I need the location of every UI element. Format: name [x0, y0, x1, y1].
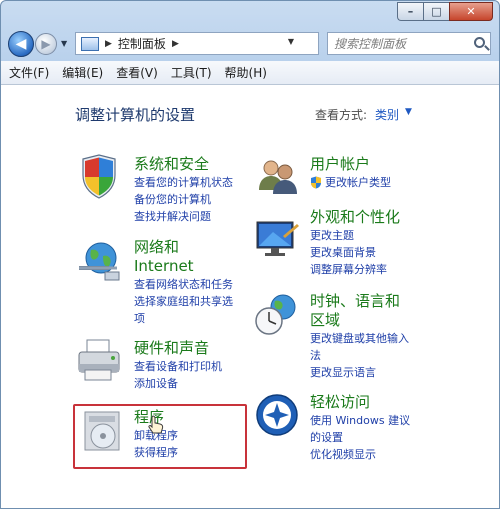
link-windows-suggestions-cont[interactable]: 的设置 [310, 429, 410, 446]
category-user-accounts: 用户帐户 更改帐户类型 [310, 155, 391, 191]
address-dropdown-icon[interactable]: ▼ [288, 37, 294, 46]
menu-view[interactable]: 查看(V) [116, 64, 158, 81]
link-change-display-language[interactable]: 更改显示语言 [310, 364, 409, 381]
minimize-icon: – [407, 5, 414, 18]
chevron-down-icon[interactable]: ▼ [405, 107, 412, 117]
link-backup-computer[interactable]: 备份您的计算机 [134, 191, 233, 208]
view-by-dropdown[interactable]: 类别 [375, 106, 399, 123]
window-caption-buttons: – □ ✕ [397, 2, 493, 21]
breadcrumb-separator-icon[interactable]: ▶ [105, 39, 112, 49]
control-panel-window: – □ ✕ ◀ ▶ ▼ ▶ 控制面板 ▶ ▼ ↻ 文件(F) 编辑(E) 查看(… [0, 0, 500, 509]
network-globe-icon[interactable] [75, 236, 123, 284]
users-icon[interactable] [253, 154, 301, 202]
menu-file[interactable]: 文件(F) [9, 64, 49, 81]
close-button[interactable]: ✕ [449, 2, 493, 21]
view-by-label: 查看方式: [315, 108, 368, 122]
close-icon: ✕ [466, 5, 476, 18]
category-appearance: 外观和个性化 更改主题 更改桌面背景 调整屏幕分辨率 [310, 208, 400, 278]
minimize-button[interactable]: – [397, 2, 423, 21]
menu-tools[interactable]: 工具(T) [171, 64, 212, 81]
link-windows-suggestions[interactable]: 使用 Windows 建议 [310, 412, 410, 429]
menu-edit[interactable]: 编辑(E) [62, 64, 103, 81]
shield-icon[interactable] [75, 153, 123, 201]
forward-arrow-icon: ▶ [41, 37, 51, 51]
back-arrow-icon: ◀ [15, 36, 27, 52]
link-devices-printers[interactable]: 查看设备和打印机 [134, 358, 222, 375]
hand-pointer-icon [148, 415, 164, 438]
category-title-system-security[interactable]: 系统和安全 [134, 155, 233, 174]
link-optimize-display[interactable]: 优化视频显示 [310, 446, 410, 463]
back-button[interactable]: ◀ [8, 31, 34, 57]
link-change-theme[interactable]: 更改主题 [310, 227, 400, 244]
monitor-appearance-icon[interactable] [253, 214, 301, 262]
category-ease-of-access: 轻松访问 使用 Windows 建议 的设置 优化视频显示 [310, 393, 410, 463]
clock-globe-icon[interactable] [253, 291, 301, 339]
forward-button[interactable]: ▶ [35, 33, 57, 55]
menu-help[interactable]: 帮助(H) [225, 64, 267, 81]
link-view-computer-status[interactable]: 查看您的计算机状态 [134, 174, 233, 191]
category-network-internet: 网络和 Internet 查看网络状态和任务 选择家庭组和共享选 项 [134, 238, 233, 327]
link-adjust-resolution[interactable]: 调整屏幕分辨率 [310, 261, 400, 278]
ease-of-access-icon[interactable] [253, 391, 301, 439]
category-title-appearance[interactable]: 外观和个性化 [310, 208, 400, 227]
search-icon[interactable] [474, 37, 485, 48]
link-view-network-status[interactable]: 查看网络状态和任务 [134, 276, 233, 293]
link-change-account-type[interactable]: 更改帐户类型 [310, 174, 391, 191]
category-clock-region: 时钟、语言和 区域 更改键盘或其他输入 法 更改显示语言 [310, 292, 409, 381]
search-input[interactable] [334, 36, 474, 51]
category-hardware-sound: 硬件和声音 查看设备和打印机 添加设备 [134, 339, 222, 392]
link-change-keyboard-input-cont[interactable]: 法 [310, 347, 409, 364]
category-title-user-accounts[interactable]: 用户帐户 [310, 155, 391, 174]
printer-icon[interactable] [75, 336, 123, 384]
address-bar[interactable]: ▶ 控制面板 ▶ ▼ ↻ [75, 32, 387, 55]
category-title-clock-line1[interactable]: 时钟、语言和 [310, 292, 409, 311]
link-change-desktop-background[interactable]: 更改桌面背景 [310, 244, 400, 261]
page-title: 调整计算机的设置 [75, 106, 196, 124]
category-title-hardware-sound[interactable]: 硬件和声音 [134, 339, 222, 358]
link-change-keyboard-input[interactable]: 更改键盘或其他输入 [310, 330, 409, 347]
link-change-account-type-text[interactable]: 更改帐户类型 [325, 174, 391, 191]
content-area: 调整计算机的设置 查看方式: 类别 ▼ 系统和安全 查看您的计算机状态 备份您的… [1, 86, 499, 508]
category-title-network-line1[interactable]: 网络和 [134, 238, 233, 257]
menu-bar: 文件(F) 编辑(E) 查看(V) 工具(T) 帮助(H) [1, 61, 499, 85]
maximize-icon: □ [431, 5, 442, 18]
breadcrumb-separator-icon[interactable]: ▶ [172, 39, 179, 49]
search-box[interactable] [327, 32, 491, 55]
navigation-bar: ◀ ▶ ▼ ▶ 控制面板 ▶ ▼ ↻ [1, 27, 499, 61]
link-homegroup-sharing-cont[interactable]: 项 [134, 310, 233, 327]
uac-shield-icon [311, 176, 321, 189]
recent-pages-dropdown[interactable]: ▼ [61, 39, 67, 48]
link-add-device[interactable]: 添加设备 [134, 375, 222, 392]
category-title-ease-of-access[interactable]: 轻松访问 [310, 393, 410, 412]
category-title-clock-line2[interactable]: 区域 [310, 311, 409, 330]
maximize-button[interactable]: □ [423, 2, 449, 21]
category-title-network-line2[interactable]: Internet [134, 257, 233, 276]
link-troubleshoot[interactable]: 查找并解决问题 [134, 208, 233, 225]
control-panel-icon [81, 36, 99, 51]
breadcrumb-control-panel[interactable]: 控制面板 [118, 35, 166, 52]
link-homegroup-sharing[interactable]: 选择家庭组和共享选 [134, 293, 233, 310]
category-system-security: 系统和安全 查看您的计算机状态 备份您的计算机 查找并解决问题 [134, 155, 233, 225]
